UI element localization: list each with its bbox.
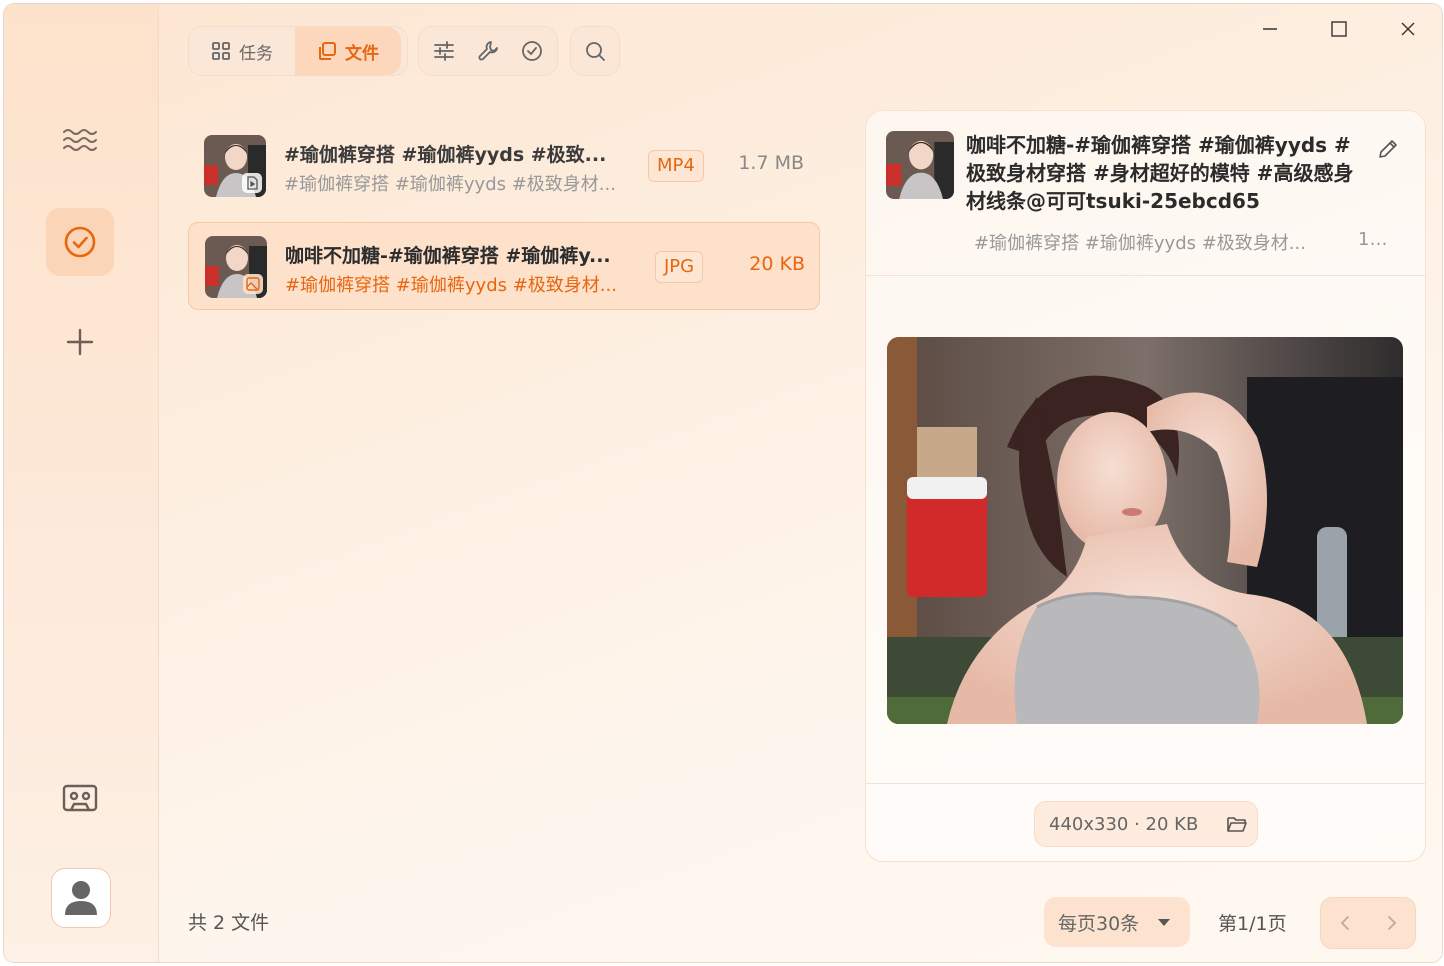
detail-title: 咖啡不加糖-#瑜伽裤穿搭 #瑜伽裤yyds # 极致身材穿搭 #身材超好的模特 …	[966, 133, 1354, 213]
file-size: 1.7 MB	[738, 152, 804, 174]
folder-open-icon	[1227, 817, 1248, 832]
maximize-icon	[1331, 21, 1347, 37]
sidebar-tasks-button[interactable]	[46, 208, 114, 276]
file-type-badge: JPG	[655, 251, 704, 283]
thumbnail-photo	[886, 131, 954, 199]
chevron-left-icon	[1340, 916, 1349, 930]
wrench-icon	[478, 41, 498, 61]
detail-tags-overflow: 1...	[1358, 229, 1386, 250]
file-count: 共 2 文件	[188, 912, 270, 934]
file-size: 20 KB	[749, 253, 805, 275]
tab-files[interactable]: 文件	[295, 27, 401, 75]
sliders-icon	[434, 41, 454, 61]
detail-tags: #瑜伽裤穿搭 #瑜伽裤yyds #极致身材...	[974, 233, 1306, 254]
prev-page-button[interactable]	[1339, 915, 1351, 931]
check-circle-icon	[64, 226, 96, 258]
tab-tasks-label: 任务	[239, 43, 273, 64]
grid-icon	[212, 42, 230, 60]
cassette-icon	[62, 784, 98, 812]
copy-icon	[319, 42, 336, 60]
tools-button[interactable]	[466, 27, 510, 75]
detail-thumbnail	[886, 131, 954, 199]
status-button[interactable]	[510, 27, 554, 75]
open-folder-button[interactable]	[1226, 814, 1248, 834]
image-preview[interactable]	[887, 337, 1403, 724]
image-file-badge	[243, 274, 263, 294]
maximize-button[interactable]	[1317, 14, 1361, 44]
close-icon	[1401, 22, 1415, 36]
file-row[interactable]: 咖啡不加糖-#瑜伽裤穿搭 #瑜伽裤y... #瑜伽裤穿搭 #瑜伽裤yyds #极…	[188, 222, 820, 310]
plus-icon	[66, 328, 94, 356]
minimize-button[interactable]	[1248, 14, 1292, 44]
sidebar	[4, 4, 159, 962]
file-type-badge: MP4	[648, 150, 704, 182]
app-window: 任务 文件 #瑜伽裤穿搭 #瑜伽裤yyds #极致... #瑜伽裤穿搭 #瑜伽裤…	[4, 4, 1442, 962]
tab-files-label: 文件	[345, 43, 379, 64]
image-info-pill: 440x330 · 20 KB	[1034, 801, 1258, 847]
per-page-select[interactable]: 每页30条	[1044, 897, 1190, 947]
search-button[interactable]	[570, 26, 620, 76]
video-file-badge	[242, 173, 262, 193]
user-icon	[65, 881, 97, 915]
avatar[interactable]	[51, 868, 111, 928]
next-page-button[interactable]	[1386, 915, 1398, 931]
video-file-icon	[247, 176, 258, 190]
file-thumbnail	[204, 135, 266, 197]
minimize-icon	[1263, 28, 1277, 30]
waves-icon	[63, 129, 97, 151]
image-file-icon	[246, 277, 260, 291]
file-title: #瑜伽裤穿搭 #瑜伽裤yyds #极致...	[284, 144, 607, 166]
pagination	[1320, 897, 1416, 949]
file-subtitle: #瑜伽裤穿搭 #瑜伽裤yyds #极致身材...	[285, 275, 617, 296]
file-row[interactable]: #瑜伽裤穿搭 #瑜伽裤yyds #极致... #瑜伽裤穿搭 #瑜伽裤yyds #…	[188, 122, 818, 208]
page-info: 第1/1页	[1218, 913, 1287, 935]
image-meta: 440x330 · 20 KB	[1049, 813, 1199, 835]
tool-group	[418, 26, 558, 76]
detail-panel: 咖啡不加糖-#瑜伽裤穿搭 #瑜伽裤yyds # 极致身材穿搭 #身材超好的模特 …	[865, 110, 1426, 862]
preview-photo	[887, 337, 1403, 724]
chevron-right-icon	[1387, 916, 1396, 930]
tab-tasks[interactable]: 任务	[189, 27, 295, 75]
file-thumbnail	[205, 236, 267, 298]
filter-button[interactable]	[422, 27, 466, 75]
divider	[866, 275, 1425, 276]
divider	[866, 783, 1425, 784]
sidebar-add-button[interactable]	[46, 308, 114, 376]
view-switcher: 任务 文件	[188, 26, 408, 76]
close-button[interactable]	[1386, 14, 1430, 44]
sidebar-waves-button[interactable]	[46, 106, 114, 174]
search-icon	[586, 42, 605, 61]
edit-button[interactable]	[1374, 135, 1402, 163]
file-title: 咖啡不加糖-#瑜伽裤穿搭 #瑜伽裤y...	[285, 245, 611, 267]
sidebar-tape-button[interactable]	[46, 764, 114, 832]
per-page-value: 每页30条	[1058, 912, 1140, 935]
pencil-icon	[1379, 140, 1397, 158]
check-circle-icon	[522, 41, 542, 61]
file-subtitle: #瑜伽裤穿搭 #瑜伽裤yyds #极致身材...	[284, 174, 616, 195]
chevron-down-icon	[1158, 919, 1171, 926]
